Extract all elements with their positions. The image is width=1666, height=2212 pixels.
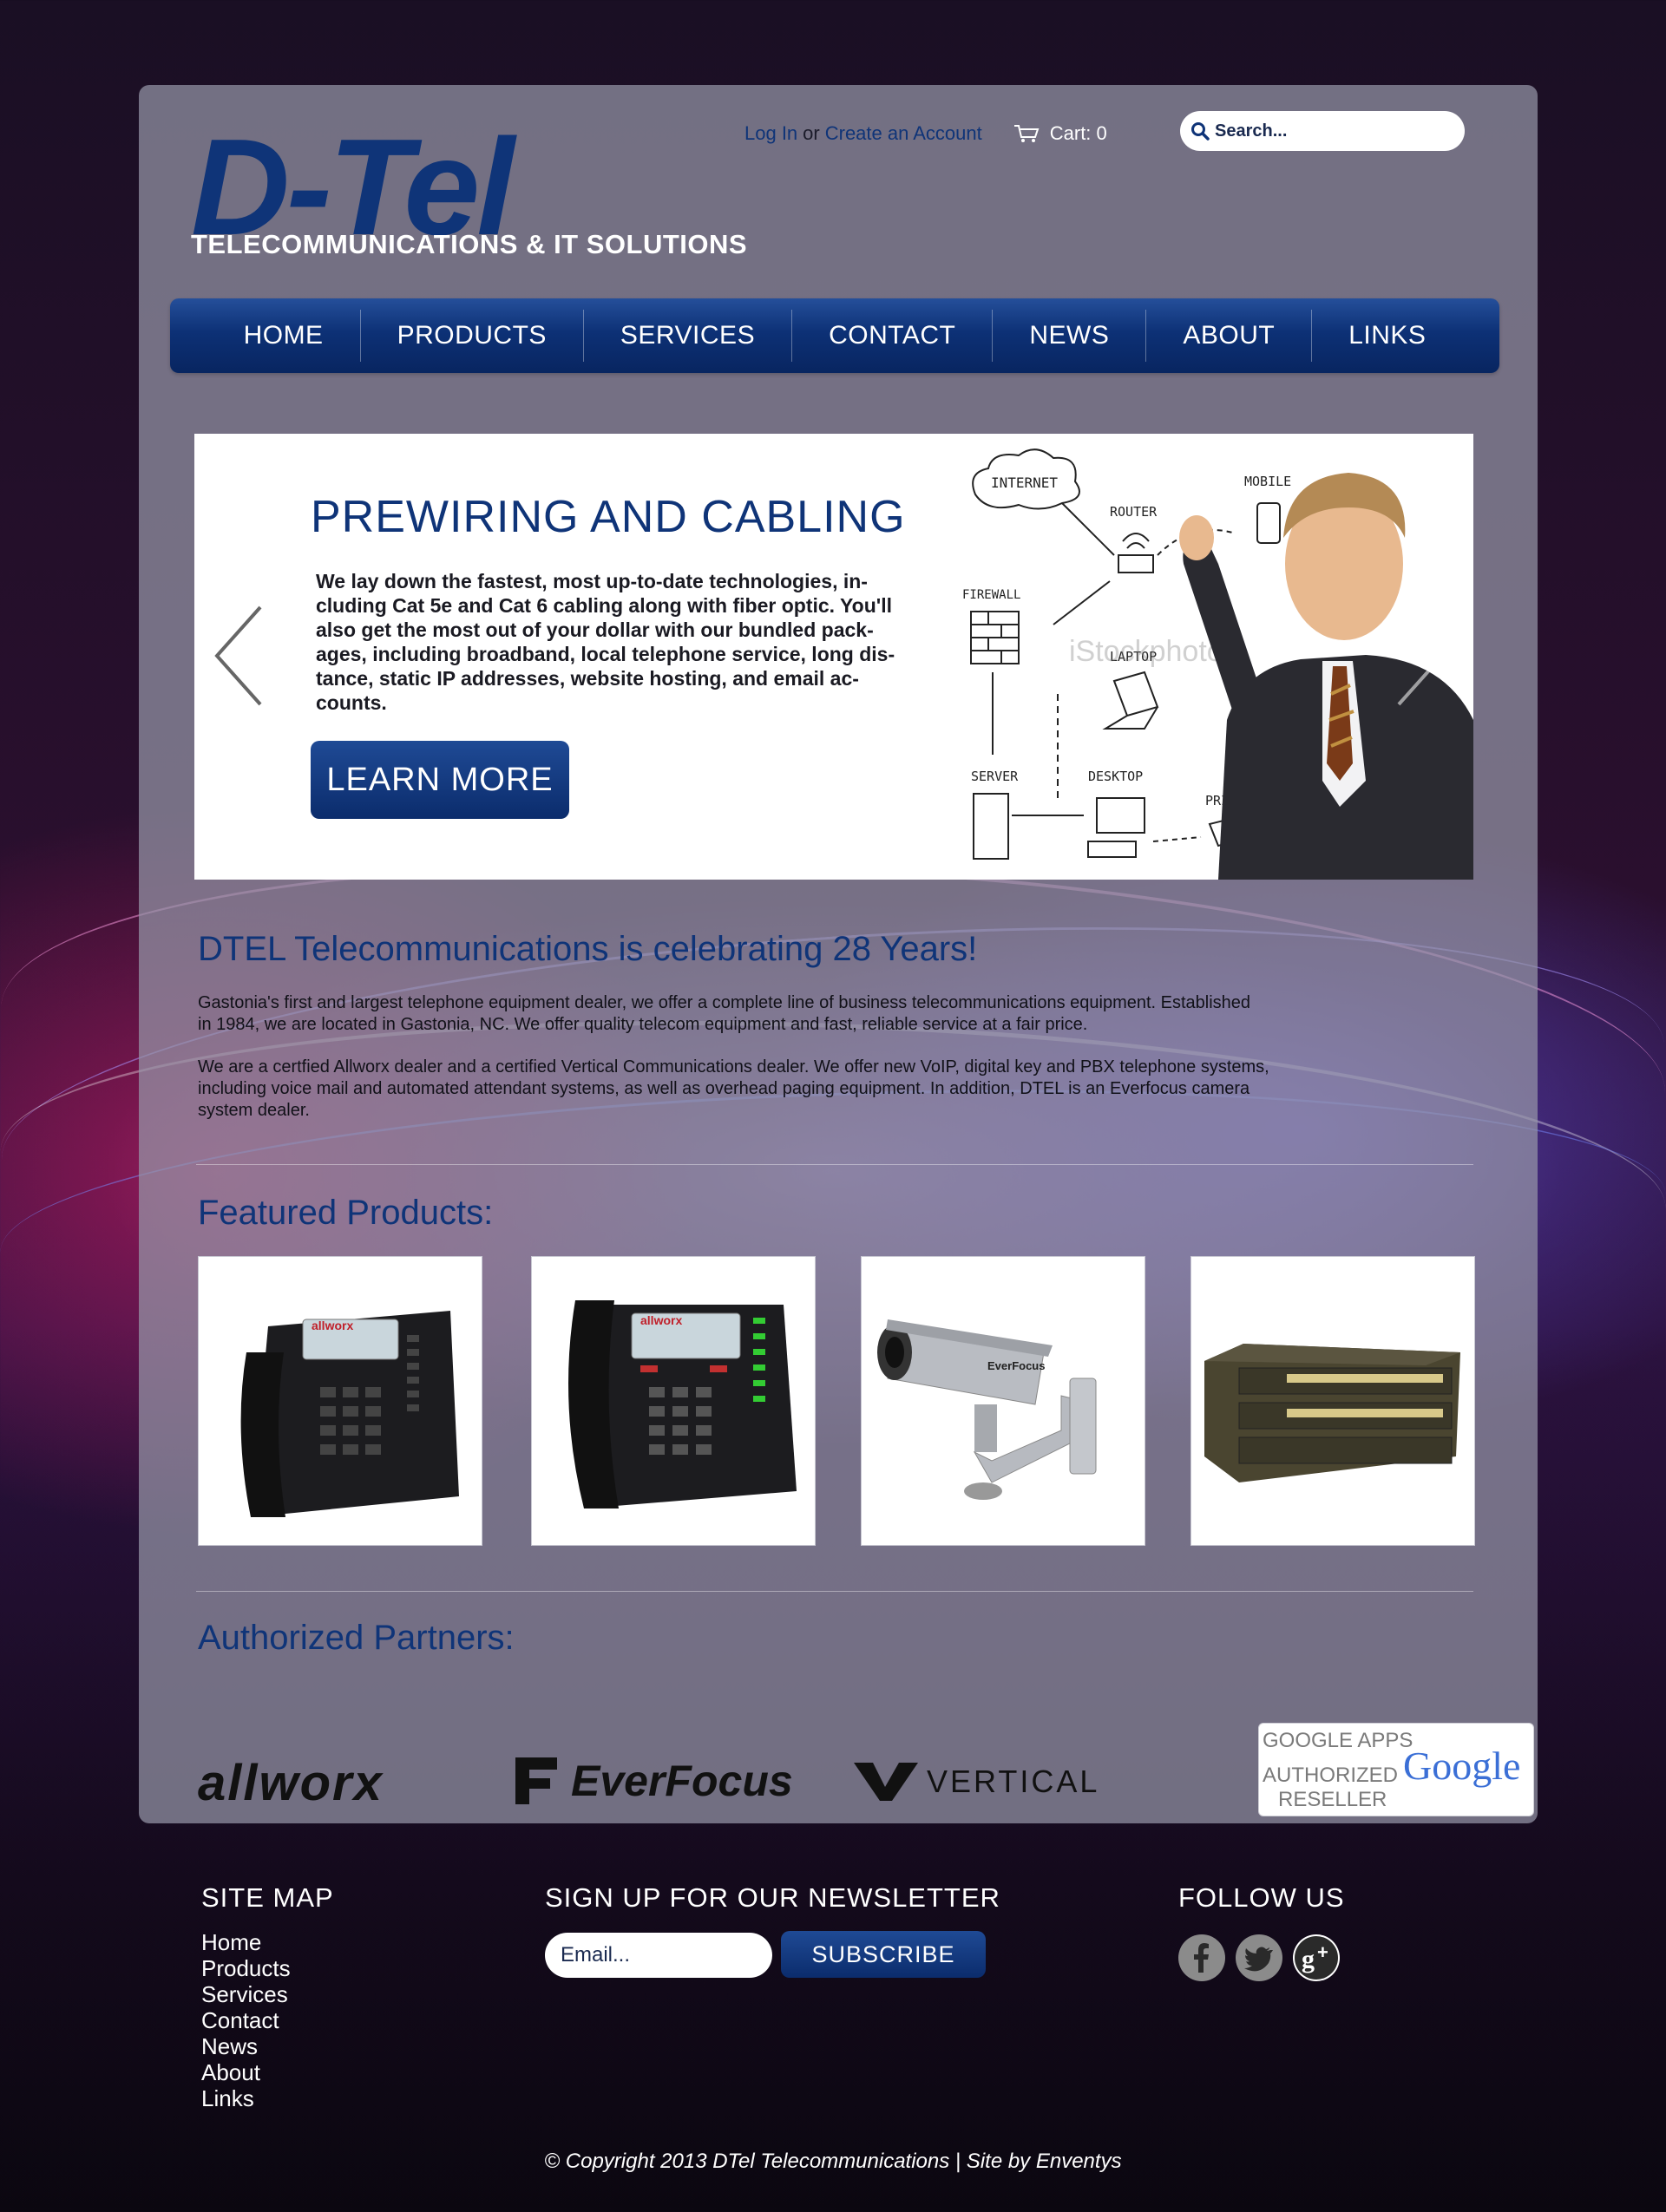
vertical-text: VERTICAL — [927, 1764, 1100, 1799]
dtel-logo[interactable]: D-Tel TELECOMMUNICATIONS & IT SOLUTIONS — [191, 118, 747, 265]
chevron-left-icon[interactable] — [212, 604, 267, 708]
about-heading: DTEL Telecommunications is celebrating 2… — [198, 930, 978, 968]
hero-slider: PREWIRING AND CABLING We lay down the fa… — [194, 434, 1473, 880]
badge-line-2: AUTHORIZED — [1263, 1764, 1398, 1787]
slide-title: PREWIRING AND CABLING — [311, 492, 906, 542]
diagram-router: ROUTER — [1110, 504, 1158, 520]
sitemap-links[interactable]: Links — [201, 2085, 334, 2111]
sitemap-about[interactable]: About — [201, 2059, 334, 2085]
featured-products: allworx allworx EverFocus — [198, 1256, 1475, 1548]
subscribe-button[interactable]: SUBSCRIBE — [781, 1931, 986, 1978]
twitter-icon[interactable] — [1236, 1934, 1282, 1981]
product-allworx-phone-2[interactable]: allworx — [531, 1256, 816, 1546]
everfocus-mark-icon — [515, 1757, 557, 1804]
learn-more-button[interactable]: LEARN MORE — [311, 741, 569, 819]
desk-phone-image: allworx — [568, 1300, 797, 1508]
badge-line-3: RESELLER — [1278, 1788, 1387, 1811]
vertical-logo[interactable]: VERTICAL — [854, 1761, 1099, 1803]
account-bar: Log In or Create an Account Cart: 0 — [744, 115, 1107, 153]
camera-brand-label: EverFocus — [987, 1359, 1045, 1372]
watermark: iStockphoto — [1069, 635, 1223, 668]
search-icon[interactable] — [1190, 121, 1210, 141]
paragraph-line: system dealer. — [198, 1101, 310, 1120]
network-switch-image — [1204, 1344, 1460, 1482]
security-camera-image: EverFocus — [877, 1319, 1097, 1500]
everfocus-text: EverFocus — [571, 1757, 793, 1805]
sitemap-services[interactable]: Services — [201, 1981, 334, 2007]
or-text: or — [803, 122, 820, 144]
svg-text:+: + — [1317, 1941, 1328, 1963]
divider — [196, 1591, 1473, 1592]
nav-links[interactable]: LINKS — [1312, 310, 1462, 362]
diagram-firewall: FIREWALL — [962, 588, 1020, 602]
google-plus-icon[interactable]: g + — [1293, 1934, 1340, 1981]
login-link[interactable]: Log In — [744, 122, 797, 145]
create-account-link[interactable]: Create an Account — [825, 122, 982, 145]
google-reseller-badge[interactable]: GOOGLE APPS AUTHORIZED RESELLER Google — [1258, 1723, 1534, 1816]
paragraph-line: in 1984, we are located in Gastonia, NC.… — [198, 1015, 1088, 1034]
slide-text-line: We lay down the fastest, most up-to-date… — [316, 570, 868, 592]
nav-news[interactable]: NEWS — [993, 310, 1147, 362]
about-paragraph-1: Gastonia's first and largest telephone e… — [198, 992, 1473, 1036]
phone-brand-label: allworx — [640, 1313, 682, 1327]
paragraph-line: including voice mail and automated atten… — [198, 1079, 1250, 1098]
product-everfocus-camera[interactable]: EverFocus — [861, 1256, 1145, 1546]
chevron-right-icon[interactable] — [1392, 604, 1447, 708]
follow-us: FOLLOW US g + — [1178, 1882, 1352, 1986]
cart-link[interactable]: Cart: 0 — [1013, 122, 1107, 145]
diagram-server: SERVER — [971, 769, 1019, 784]
cart-label: Cart: 0 — [1049, 122, 1107, 144]
featured-heading: Featured Products: — [198, 1194, 494, 1232]
diagram-mobile: MOBILE — [1244, 474, 1291, 489]
divider — [196, 1164, 1473, 1165]
newsletter-heading: SIGN UP FOR OUR NEWSLETTER — [545, 1882, 1000, 1913]
slide-text-line: tance, static IP addresses, website host… — [316, 667, 859, 690]
slide-text-line: ages, including broadband, local telepho… — [316, 643, 895, 665]
paragraph-line: Gastonia's first and largest telephone e… — [198, 993, 1251, 1012]
sitemap-list: Home Products Services Contact News Abou… — [201, 1929, 334, 2111]
newsletter: SIGN UP FOR OUR NEWSLETTER SUBSCRIBE — [545, 1882, 1000, 1986]
slide-text-line: counts. — [316, 691, 387, 714]
sitemap: SITE MAP Home Products Services Contact … — [201, 1882, 334, 2111]
diagram-desktop: DESKTOP — [1088, 769, 1143, 784]
paragraph-line: We are a certfied Allworx dealer and a c… — [198, 1057, 1269, 1077]
allworx-logo[interactable]: allworx — [198, 1754, 384, 1812]
phone-brand-label: allworx — [312, 1319, 353, 1332]
copyright: © Copyright 2013 DTel Telecommunications… — [544, 2150, 1122, 2173]
newsletter-email-input[interactable] — [545, 1933, 772, 1978]
badge-line-1: GOOGLE APPS — [1263, 1729, 1413, 1752]
product-allworx-phone-1[interactable]: allworx — [198, 1256, 482, 1546]
sitemap-home[interactable]: Home — [201, 1929, 334, 1955]
nav-about[interactable]: ABOUT — [1146, 310, 1313, 362]
partner-logos: allworx EverFocus VERTICAL GOOGLE APPS A… — [198, 1681, 1534, 1837]
search-input[interactable] — [1215, 121, 1449, 141]
facebook-icon[interactable] — [1178, 1934, 1225, 1981]
vertical-mark-icon — [854, 1763, 918, 1801]
diagram-internet: INTERNET — [991, 474, 1058, 491]
nav-services[interactable]: SERVICES — [584, 310, 793, 362]
desk-phone-image: allworx — [240, 1311, 459, 1517]
partners-heading: Authorized Partners: — [198, 1619, 515, 1657]
slide-text-line: also get the most out of your dollar wit… — [316, 618, 874, 641]
everfocus-logo[interactable]: EverFocus — [510, 1754, 793, 1808]
main-nav: HOME PRODUCTS SERVICES CONTACT NEWS ABOU… — [170, 298, 1499, 373]
nav-contact[interactable]: CONTACT — [792, 310, 994, 362]
logo-tagline: TELECOMMUNICATIONS & IT SOLUTIONS — [191, 229, 748, 259]
sitemap-contact[interactable]: Contact — [201, 2007, 334, 2033]
google-wordmark: Google — [1403, 1744, 1521, 1788]
search-box — [1180, 111, 1465, 151]
nav-products[interactable]: PRODUCTS — [361, 310, 584, 362]
slide-text-line: cluding Cat 5e and Cat 6 cabling along w… — [316, 594, 893, 617]
product-vertical-switch[interactable] — [1190, 1256, 1475, 1546]
about-paragraph-2: We are a certfied Allworx dealer and a c… — [198, 1057, 1473, 1122]
sitemap-products[interactable]: Products — [201, 1955, 334, 1981]
sitemap-news[interactable]: News — [201, 2033, 334, 2059]
slide-text: We lay down the fastest, most up-to-date… — [316, 569, 915, 715]
svg-text:g: g — [1302, 1945, 1315, 1973]
main-panel: D-Tel TELECOMMUNICATIONS & IT SOLUTIONS … — [139, 85, 1538, 1823]
nav-home[interactable]: HOME — [207, 310, 361, 362]
cart-icon — [1013, 125, 1040, 142]
sitemap-heading: SITE MAP — [201, 1882, 334, 1913]
follow-heading: FOLLOW US — [1178, 1882, 1345, 1913]
